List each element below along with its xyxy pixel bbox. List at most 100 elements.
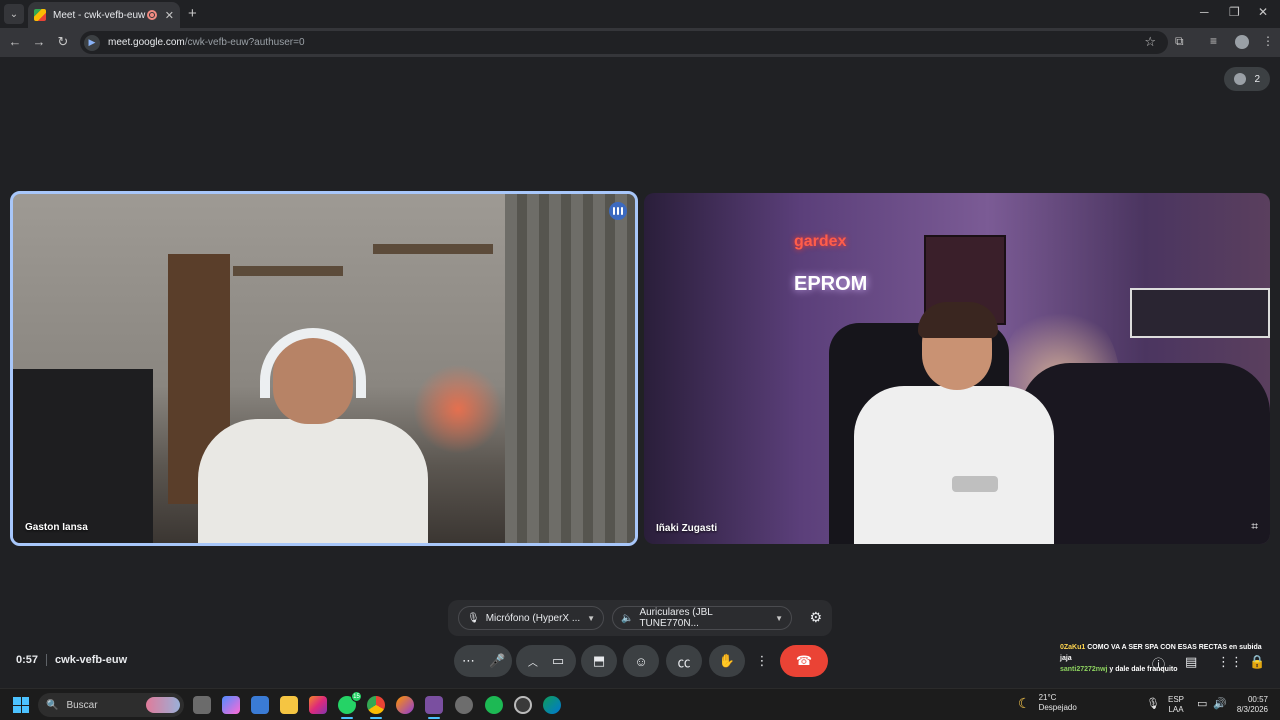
more-audio-options-icon[interactable]: ⋯ — [462, 653, 475, 669]
weather-widget[interactable]: ☾ 21°C Despejado — [1018, 693, 1077, 713]
neon-sign: gardex — [794, 233, 847, 250]
captions-button[interactable]: ㏄ — [666, 645, 702, 677]
camera-toggle-button[interactable]: ▭ — [552, 653, 564, 669]
language-code: ESP — [1168, 695, 1185, 704]
microphone-select[interactable]: 🎙 Micrófono (HyperX ... ▼ — [458, 606, 604, 630]
browser-tab-strip: ⌄ Meet - cwk-vefb-euw ✕ + ─ ❐ ✕ — [0, 0, 1280, 28]
restore-icon[interactable]: ❐ — [1229, 5, 1240, 19]
participant-video — [854, 302, 1054, 544]
chrome-icon[interactable] — [367, 696, 385, 719]
copilot-icon[interactable] — [222, 696, 240, 714]
video-tile-inaki[interactable]: gardex EPROM Iñaki Zugasti ⌗ — [644, 193, 1270, 544]
profile-avatar[interactable] — [1235, 35, 1249, 49]
speaker-select[interactable]: 🔈 Auriculares (JBL TUNE770N... ▼ — [612, 606, 792, 630]
file-explorer-icon[interactable] — [280, 696, 298, 714]
chat-username: 0ZaKu1 — [1060, 644, 1086, 651]
audio-controls: ⋯ 🎤 — [454, 645, 512, 677]
instagram-icon[interactable] — [309, 696, 327, 714]
clock-time: 00:57 — [1247, 695, 1268, 704]
stream-chat-overlay: 0ZaKu1 COMO VA A SER SPA CON ESAS RECTAS… — [1060, 642, 1275, 675]
system-clock[interactable]: 00:57 8/3/2026 — [1228, 695, 1268, 715]
minimize-icon[interactable]: ─ — [1200, 5, 1209, 19]
more-options-button[interactable]: ⋮ — [751, 645, 773, 677]
store-icon[interactable] — [251, 696, 269, 714]
address-bar[interactable]: ▶ meet.google.com/cwk-vefb-euw?authuser=… — [80, 31, 1168, 54]
edge-icon[interactable] — [543, 696, 561, 714]
neon-sign: EPROM — [794, 273, 868, 295]
whatsapp-icon[interactable]: 15 — [338, 691, 362, 719]
reload-icon[interactable]: ↻ — [54, 34, 72, 50]
speaking-indicator-icon — [609, 202, 627, 220]
participant-name: Iñaki Zugasti — [656, 523, 718, 534]
crop-frame-icon[interactable]: ⌗ — [1251, 519, 1258, 534]
hang-up-icon: ☎ — [795, 653, 813, 668]
video-background — [505, 194, 635, 543]
meet-stage: 2 Gaston Iansa gardex EPROM Iñaki Zugast… — [0, 57, 1280, 688]
video-background — [373, 244, 493, 254]
browser-toolbar: ← → ↻ ▶ meet.google.com/cwk-vefb-euw?aut… — [0, 28, 1280, 57]
tab-title: Meet - cwk-vefb-euw — [53, 9, 146, 21]
recording-indicator-icon — [146, 10, 157, 20]
microphone-label: Micrófono (HyperX ... — [485, 612, 581, 624]
chevron-down-icon: ▼ — [587, 613, 595, 623]
spotify-icon[interactable] — [485, 696, 503, 714]
microphone-toggle-button[interactable]: 🎤 — [489, 653, 505, 669]
search-placeholder: Buscar — [66, 699, 98, 711]
forward-arrow-icon[interactable]: → — [30, 34, 48, 49]
windows-taskbar: 🔍 Buscar 15 ☾ 21°C Despejado 🎙 ESP LAA ▭… — [0, 688, 1280, 720]
video-background — [13, 369, 153, 543]
chat-text: COMO VA A SER SPA CON ESAS RECTAS en sub… — [1060, 644, 1262, 662]
windows-start-icon[interactable] — [13, 697, 29, 713]
search-highlight-image — [146, 697, 180, 713]
extensions-icon[interactable]: ⧉ — [1175, 34, 1184, 49]
participants-button[interactable]: 2 — [1224, 67, 1270, 91]
more-vert-icon: ⋮ — [755, 653, 769, 668]
settings-gear-icon[interactable]: ⚙ — [809, 609, 822, 626]
url-host: meet.google.com — [108, 37, 185, 48]
volume-icon[interactable]: 🔊 — [1213, 697, 1227, 710]
present-screen-icon: ⬒ — [592, 653, 606, 668]
task-view-icon[interactable] — [193, 696, 211, 714]
tab-search-button[interactable]: ⌄ — [4, 4, 24, 24]
temperature: 21°C — [1038, 693, 1057, 702]
video-tile-gaston[interactable]: Gaston Iansa — [10, 191, 638, 546]
chrome-menu-icon[interactable]: ⋮ — [1262, 34, 1274, 48]
captions-icon: ㏄ — [677, 654, 691, 670]
emoji-icon: ☺ — [634, 653, 648, 669]
taskbar-search[interactable]: 🔍 Buscar — [38, 693, 184, 717]
meeting-clock: 0:57 — [16, 654, 39, 666]
leave-call-button[interactable]: ☎ — [780, 645, 828, 677]
speaker-icon: 🔈 — [621, 612, 634, 624]
video-background — [1130, 288, 1270, 338]
video-background — [1020, 363, 1270, 544]
network-icon[interactable]: ▭ — [1197, 697, 1207, 710]
firefox-icon[interactable] — [396, 696, 414, 714]
bookmark-star-icon[interactable]: ☆ — [1144, 34, 1156, 50]
new-tab-button[interactable]: + — [188, 5, 197, 22]
clock-date: 8/3/2026 — [1236, 705, 1268, 714]
url-path: /cwk-vefb-euw?authuser=0 — [184, 37, 305, 48]
hand-icon: ✋ — [718, 653, 736, 668]
raise-hand-button[interactable]: ✋ — [709, 645, 745, 677]
media-controls-icon[interactable]: ≡ — [1210, 34, 1217, 48]
present-screen-button[interactable]: ⬒ — [581, 645, 617, 677]
tab-close-button[interactable]: ✕ — [165, 9, 174, 22]
steam-icon[interactable] — [514, 696, 532, 714]
moon-icon: ☾ — [1018, 694, 1031, 711]
window-close-icon[interactable]: ✕ — [1258, 5, 1268, 19]
site-info-icon[interactable]: ▶ — [84, 34, 100, 51]
streaming-app-icon[interactable] — [425, 696, 443, 719]
language-indicator[interactable]: ESP LAA — [1168, 695, 1184, 715]
reactions-button[interactable]: ☺ — [623, 645, 659, 677]
settings-icon[interactable] — [455, 696, 473, 714]
speaker-label: Auriculares (JBL TUNE770N... — [639, 607, 713, 629]
meeting-details: 0:57 cwk-vefb-euw — [16, 654, 127, 666]
camera-options-chevron-icon[interactable]: ︿ — [528, 654, 538, 669]
meeting-code: cwk-vefb-euw — [55, 654, 128, 666]
back-arrow-icon[interactable]: ← — [6, 34, 24, 49]
chat-text: y dale dale franquito — [1109, 666, 1178, 673]
browser-tab-meet[interactable]: Meet - cwk-vefb-euw ✕ — [28, 2, 180, 28]
chat-username: santi27272nwj — [1060, 666, 1108, 673]
microphone-tray-icon[interactable]: 🎙 — [1146, 697, 1160, 710]
meet-favicon-icon — [34, 9, 46, 21]
